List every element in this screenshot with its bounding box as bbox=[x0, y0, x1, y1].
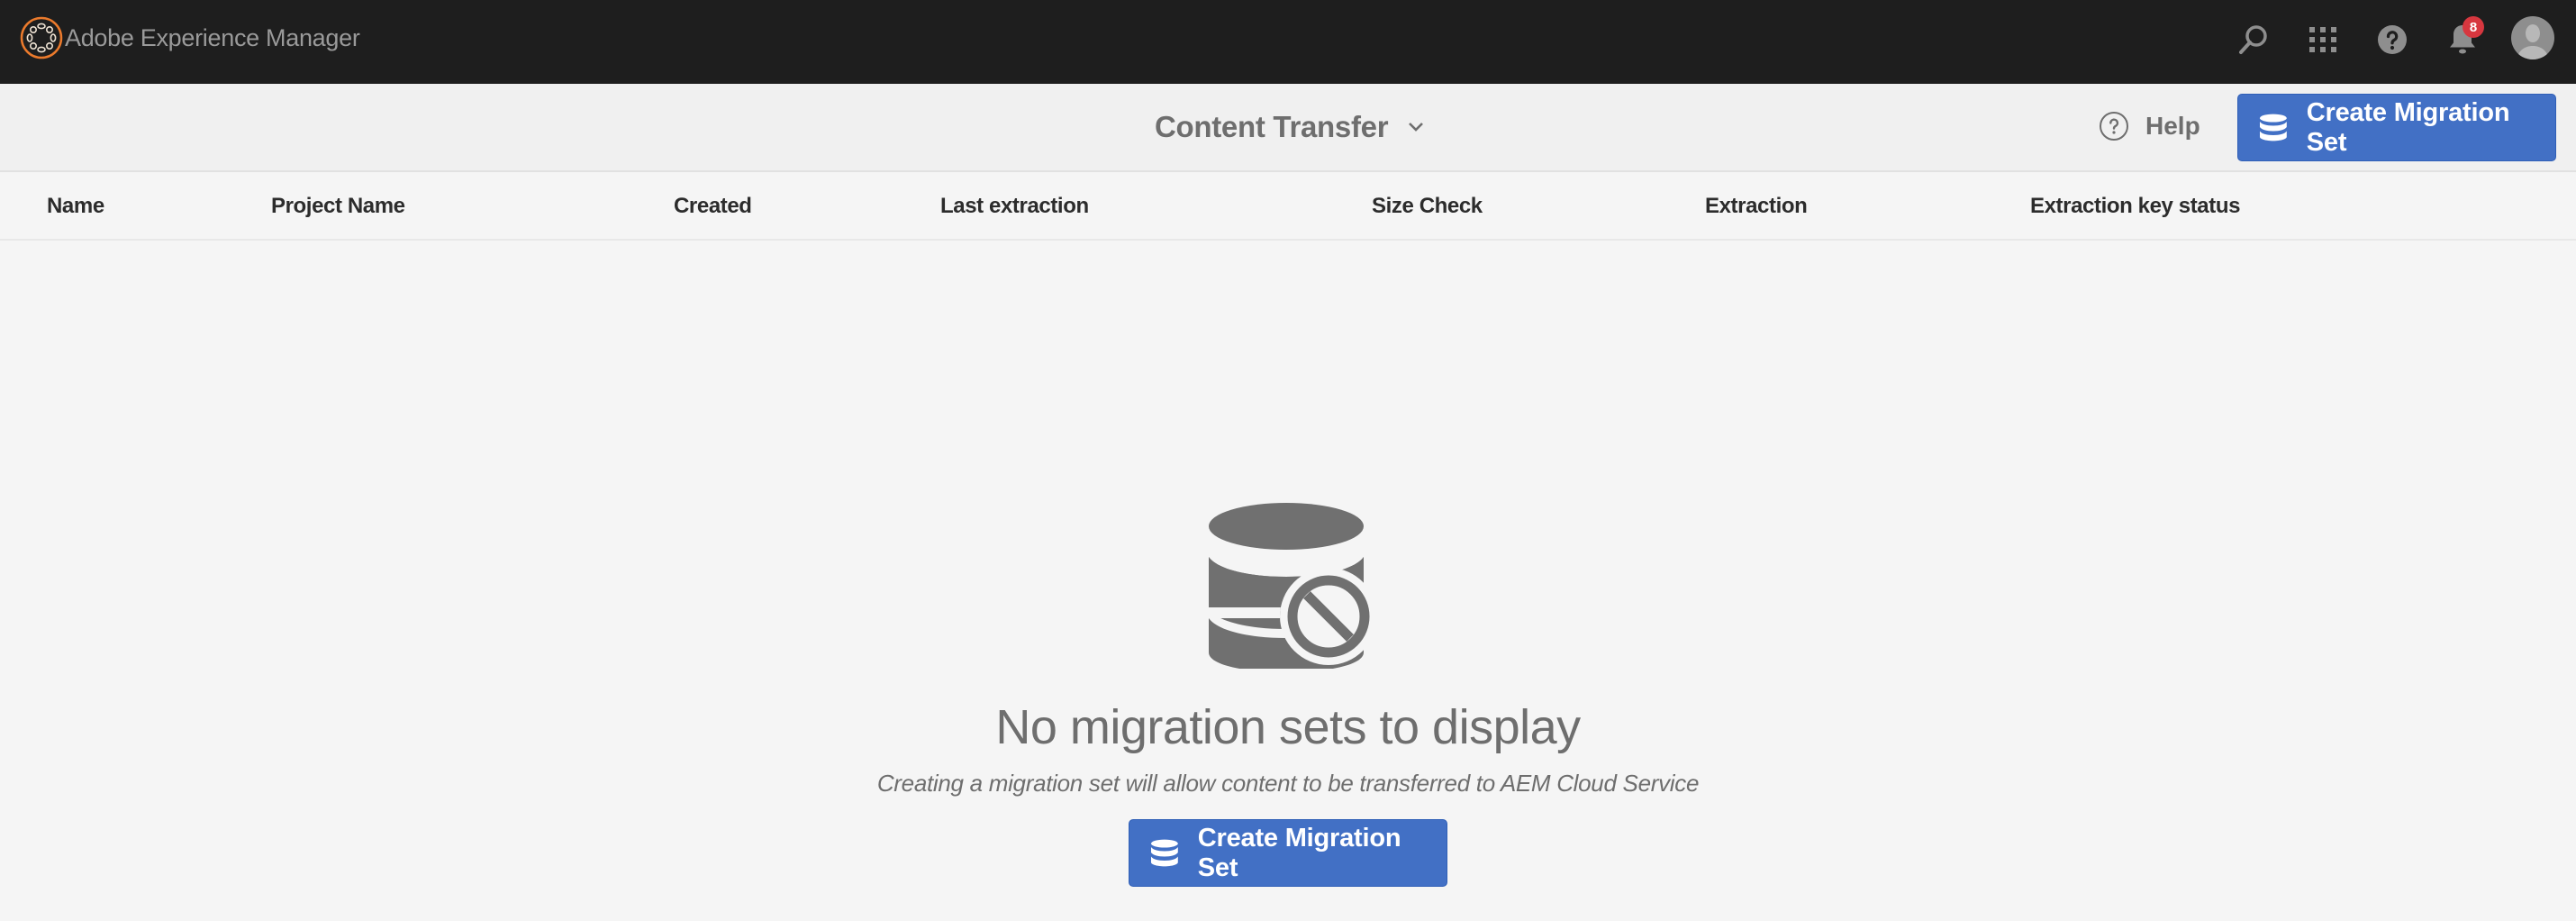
create-migration-set-button[interactable]: Create Migration Set bbox=[2237, 94, 2556, 161]
empty-state-subtitle: Creating a migration set will allow cont… bbox=[876, 770, 1700, 797]
aem-logo-icon bbox=[20, 16, 63, 59]
database-blocked-icon bbox=[1209, 503, 1370, 669]
database-icon bbox=[2259, 114, 2287, 141]
help-icon bbox=[2378, 25, 2407, 54]
column-header-extraction-key-status[interactable]: Extraction key status bbox=[2030, 194, 2240, 219]
solutions-button[interactable] bbox=[2305, 22, 2341, 58]
shell-header: Adobe Experience Manager 8 bbox=[0, 0, 2576, 84]
column-header-size-check[interactable]: Size Check bbox=[1372, 194, 1483, 219]
user-silhouette-icon bbox=[2517, 24, 2549, 59]
page-title: Content Transfer bbox=[1155, 110, 1389, 143]
chevron-down-icon bbox=[1409, 123, 1424, 132]
empty-state-create-migration-set-button[interactable]: Create Migration Set bbox=[1129, 819, 1447, 887]
user-avatar[interactable] bbox=[2511, 16, 2554, 59]
empty-state-title: No migration sets to display bbox=[995, 700, 1581, 754]
create-migration-set-label: Create Migration Set bbox=[2306, 97, 2510, 157]
content-transfer-switcher[interactable]: Content Transfer bbox=[1155, 109, 1424, 145]
column-header-name[interactable]: Name bbox=[47, 194, 104, 219]
notification-count-badge: 8 bbox=[2463, 16, 2484, 38]
column-header-created[interactable]: Created bbox=[674, 194, 752, 219]
apps-grid-icon bbox=[2309, 27, 2336, 52]
action-bar: Content Transfer Help Create Migration S… bbox=[0, 84, 2576, 172]
help-circle-icon bbox=[2100, 112, 2128, 141]
app-title: Adobe Experience Manager bbox=[65, 23, 360, 51]
search-button[interactable] bbox=[2236, 22, 2272, 58]
help-button[interactable]: Help bbox=[2099, 108, 2200, 144]
search-icon bbox=[2239, 25, 2267, 54]
column-header-extraction[interactable]: Extraction bbox=[1705, 194, 1808, 219]
migration-sets-table-header: Name Project Name Created Last extractio… bbox=[0, 174, 2576, 241]
column-header-project-name[interactable]: Project Name bbox=[271, 194, 405, 219]
help-label: Help bbox=[2145, 112, 2200, 140]
column-header-last-extraction[interactable]: Last extraction bbox=[940, 194, 1089, 219]
brand[interactable]: Adobe Experience Manager bbox=[20, 16, 360, 59]
database-icon bbox=[1150, 839, 1178, 866]
empty-state-create-label: Create Migration Set bbox=[1197, 823, 1401, 882]
help-menu-button[interactable] bbox=[2374, 22, 2410, 58]
